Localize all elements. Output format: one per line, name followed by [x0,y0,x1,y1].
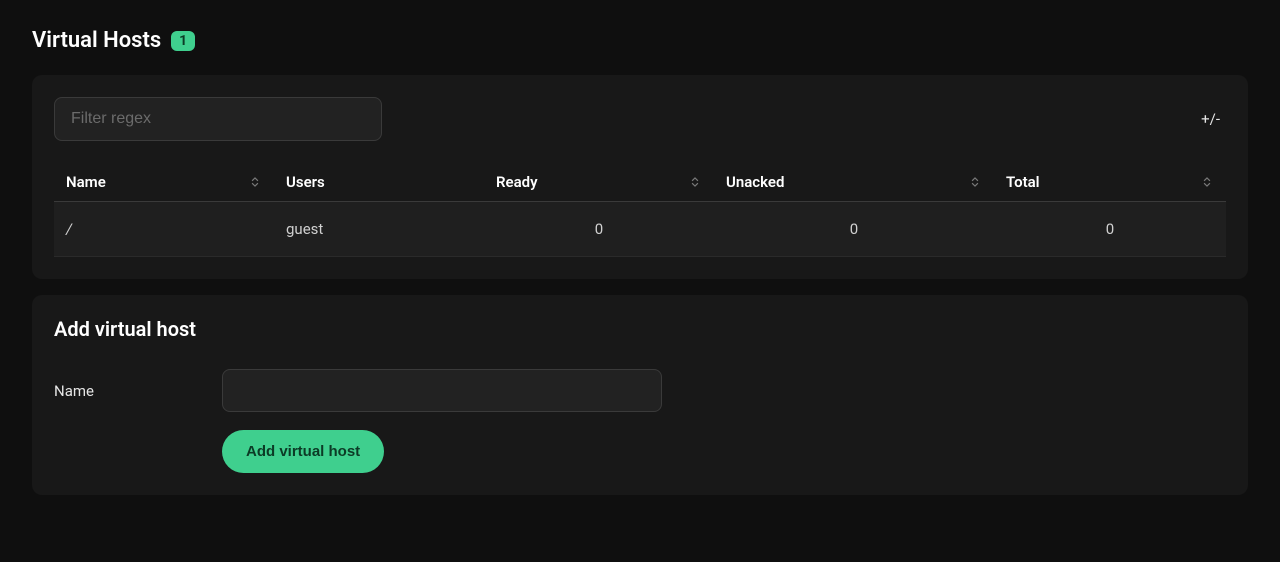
table-row[interactable]: / guest 0 0 0 [54,202,1226,257]
virtual-hosts-table: Name Users Ready Unacked [54,163,1226,257]
column-header-ready-label: Ready [496,173,538,191]
sort-icon [688,175,702,189]
column-header-ready[interactable]: Ready [484,163,714,202]
filter-input[interactable] [54,97,382,141]
count-badge: 1 [171,31,195,51]
column-header-total[interactable]: Total [994,163,1226,202]
name-label: Name [54,382,202,400]
button-row: Add virtual host [54,430,1226,473]
column-header-unacked-label: Unacked [726,173,784,191]
cell-ready: 0 [484,202,714,257]
name-input[interactable] [222,369,662,412]
column-header-unacked[interactable]: Unacked [714,163,994,202]
sort-icon [248,175,262,189]
column-header-users: Users [274,163,484,202]
cell-users: guest [274,202,484,257]
table-header-row: Name Users Ready Unacked [54,163,1226,202]
add-form-title: Add virtual host [54,317,1226,341]
add-virtual-host-button[interactable]: Add virtual host [222,430,384,473]
table-columns-toggle[interactable]: +/- [1201,110,1220,128]
virtual-hosts-table-card: +/- Name Users Ready [32,75,1248,279]
add-virtual-host-card: Add virtual host Name Add virtual host [32,295,1248,495]
cell-total: 0 [994,202,1226,257]
form-row-name: Name [54,369,1226,412]
page-header: Virtual Hosts 1 [32,28,1248,53]
column-header-users-label: Users [286,173,325,191]
column-header-name-label: Name [66,173,106,191]
sort-icon [968,175,982,189]
column-header-total-label: Total [1006,173,1040,191]
column-header-name[interactable]: Name [54,163,274,202]
page-title: Virtual Hosts [32,28,161,53]
cell-unacked: 0 [714,202,994,257]
filter-row: +/- [54,97,1226,141]
cell-name[interactable]: / [54,202,274,257]
sort-icon [1200,175,1214,189]
